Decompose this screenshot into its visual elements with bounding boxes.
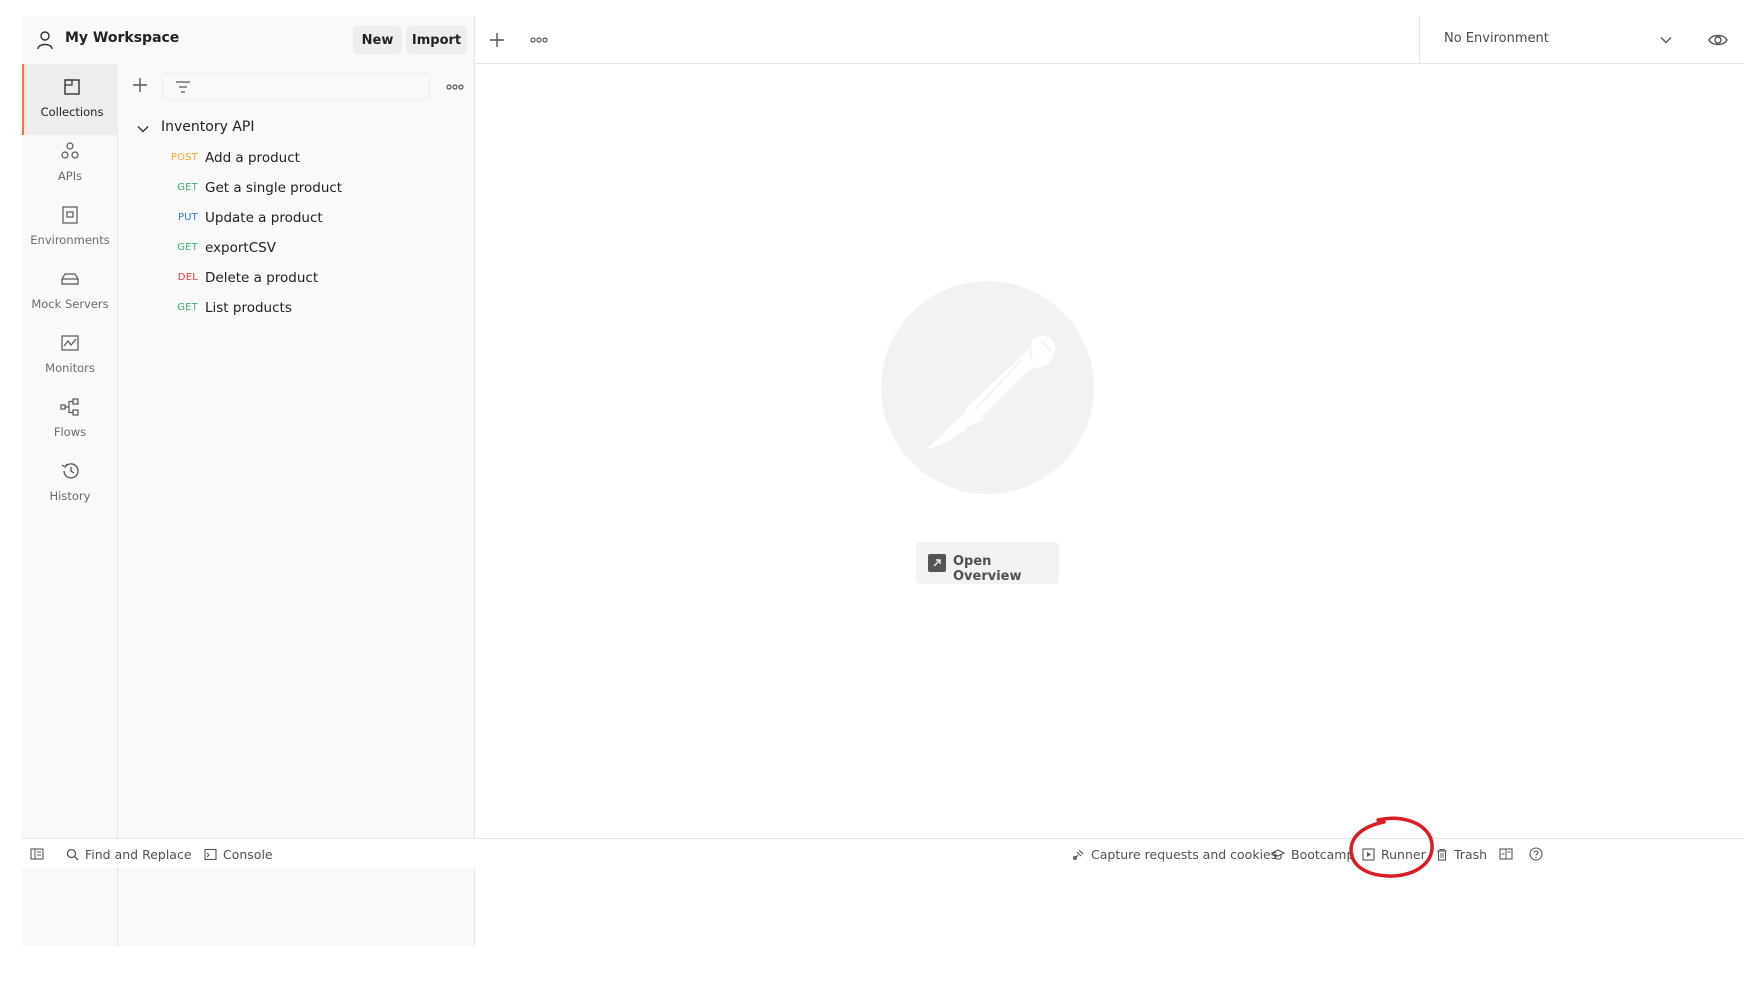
sidebar-more-icon[interactable] [444, 76, 466, 98]
collection-name: Inventory API [161, 119, 255, 135]
request-row[interactable]: GET Get a single product [118, 174, 475, 204]
new-tab-plus-icon[interactable] [485, 28, 509, 52]
user-icon [37, 31, 53, 50]
request-name: Delete a product [205, 270, 319, 286]
capture-requests-button[interactable]: Capture requests and cookies [1072, 845, 1277, 863]
left-rail: Collections APIs Environments Mock Serve… [22, 64, 118, 946]
tab-more-icon[interactable] [527, 28, 551, 52]
request-row[interactable]: POST Add a product [118, 144, 475, 174]
trash-icon [1437, 848, 1447, 861]
rail-label: History [49, 489, 91, 503]
collections-icon [64, 79, 80, 95]
rail-label: Collections [40, 105, 104, 119]
search-icon [66, 848, 79, 860]
postman-app: My Workspace New Import No Environment C… [22, 16, 1744, 946]
request-method: POST [170, 152, 198, 163]
collection-row[interactable]: Inventory API [118, 114, 475, 142]
main-content: Open Overview [475, 64, 1744, 898]
open-external-icon [928, 554, 946, 572]
find-and-replace-button[interactable]: Find and Replace [66, 845, 192, 863]
rail-label: Flows [53, 425, 87, 439]
request-method: GET [177, 182, 198, 193]
satellite-icon [1073, 849, 1084, 860]
rail-item-mock-servers[interactable]: Mock Servers [22, 256, 118, 327]
console-button[interactable]: Console [204, 845, 273, 863]
bootcamp-button[interactable]: Bootcamp [1271, 845, 1354, 863]
toggle-sidebar-button[interactable] [30, 845, 44, 863]
bootcamp-label: Bootcamp [1291, 846, 1355, 862]
workspace-title[interactable]: My Workspace [65, 30, 179, 46]
request-name: Update a product [205, 210, 323, 226]
rail-item-flows[interactable]: Flows [22, 384, 118, 455]
open-overview-button[interactable]: Open Overview [916, 542, 1059, 584]
sidebar-search[interactable] [162, 73, 430, 101]
chevron-down-icon[interactable] [136, 122, 150, 136]
environment-selector[interactable]: No Environment [1419, 16, 1744, 64]
monitors-icon [61, 335, 79, 351]
sidebar-toggle-icon [30, 848, 44, 860]
postman-logo-icon [927, 335, 1055, 449]
annotation-circle [1349, 816, 1434, 878]
sidebar-search-input[interactable] [197, 77, 417, 97]
rail-item-monitors[interactable]: Monitors [22, 320, 118, 391]
rail-label: APIs [57, 169, 83, 183]
request-name: exportCSV [205, 240, 276, 256]
help-icon [1529, 847, 1543, 861]
request-method: DEL [177, 272, 198, 283]
rail-item-history[interactable]: History [22, 448, 118, 519]
find-and-replace-label: Find and Replace [85, 846, 192, 862]
environments-icon [62, 206, 78, 224]
import-button[interactable]: Import [406, 26, 467, 54]
rail-label: Monitors [45, 361, 95, 375]
capture-requests-label: Capture requests and cookies [1091, 846, 1278, 862]
add-collection-plus-icon[interactable] [130, 75, 150, 95]
help-button[interactable] [1529, 845, 1543, 863]
request-name: Get a single product [205, 180, 343, 196]
request-name: List products [205, 300, 292, 316]
request-method: GET [177, 242, 198, 253]
trash-button[interactable]: Trash [1436, 845, 1487, 863]
request-row[interactable]: GET List products [118, 294, 475, 324]
two-pane-icon [1499, 848, 1513, 860]
rail-label: Environments [30, 233, 110, 247]
environment-label: No Environment [1444, 31, 1549, 46]
console-label: Console [223, 846, 273, 862]
top-bar: My Workspace New Import No Environment [22, 16, 1744, 64]
request-method: GET [177, 302, 198, 313]
open-overview-label: Open Overview [953, 554, 1022, 584]
request-method: PUT [177, 212, 198, 223]
two-pane-view-button[interactable] [1499, 845, 1513, 863]
request-row[interactable]: DEL Delete a product [118, 264, 475, 294]
mock-servers-icon [61, 273, 79, 285]
new-button[interactable]: New [353, 26, 402, 54]
rail-item-environments[interactable]: Environments [22, 192, 118, 263]
filter-icon[interactable] [174, 78, 192, 96]
workspace-header: My Workspace New Import [22, 16, 475, 64]
chevron-down-icon[interactable] [1658, 32, 1674, 48]
status-bar: Find and Replace Console Capture request… [22, 838, 1744, 868]
rail-item-apis[interactable]: APIs [22, 128, 118, 199]
history-icon [61, 463, 79, 479]
request-name: Add a product [205, 150, 300, 166]
flows-icon [60, 398, 79, 416]
rail-label: Mock Servers [31, 297, 109, 311]
console-icon [204, 848, 217, 860]
trash-label: Trash [1454, 846, 1488, 862]
request-row[interactable]: PUT Update a product [118, 204, 475, 234]
rail-item-collections[interactable]: Collections [22, 64, 118, 135]
apis-icon [61, 142, 79, 159]
eye-icon[interactable] [1707, 29, 1729, 51]
request-row[interactable]: GET exportCSV [118, 234, 475, 264]
graduation-cap-icon [1271, 848, 1285, 860]
collections-sidebar: Inventory API POST Add a product GET Get… [118, 64, 475, 946]
